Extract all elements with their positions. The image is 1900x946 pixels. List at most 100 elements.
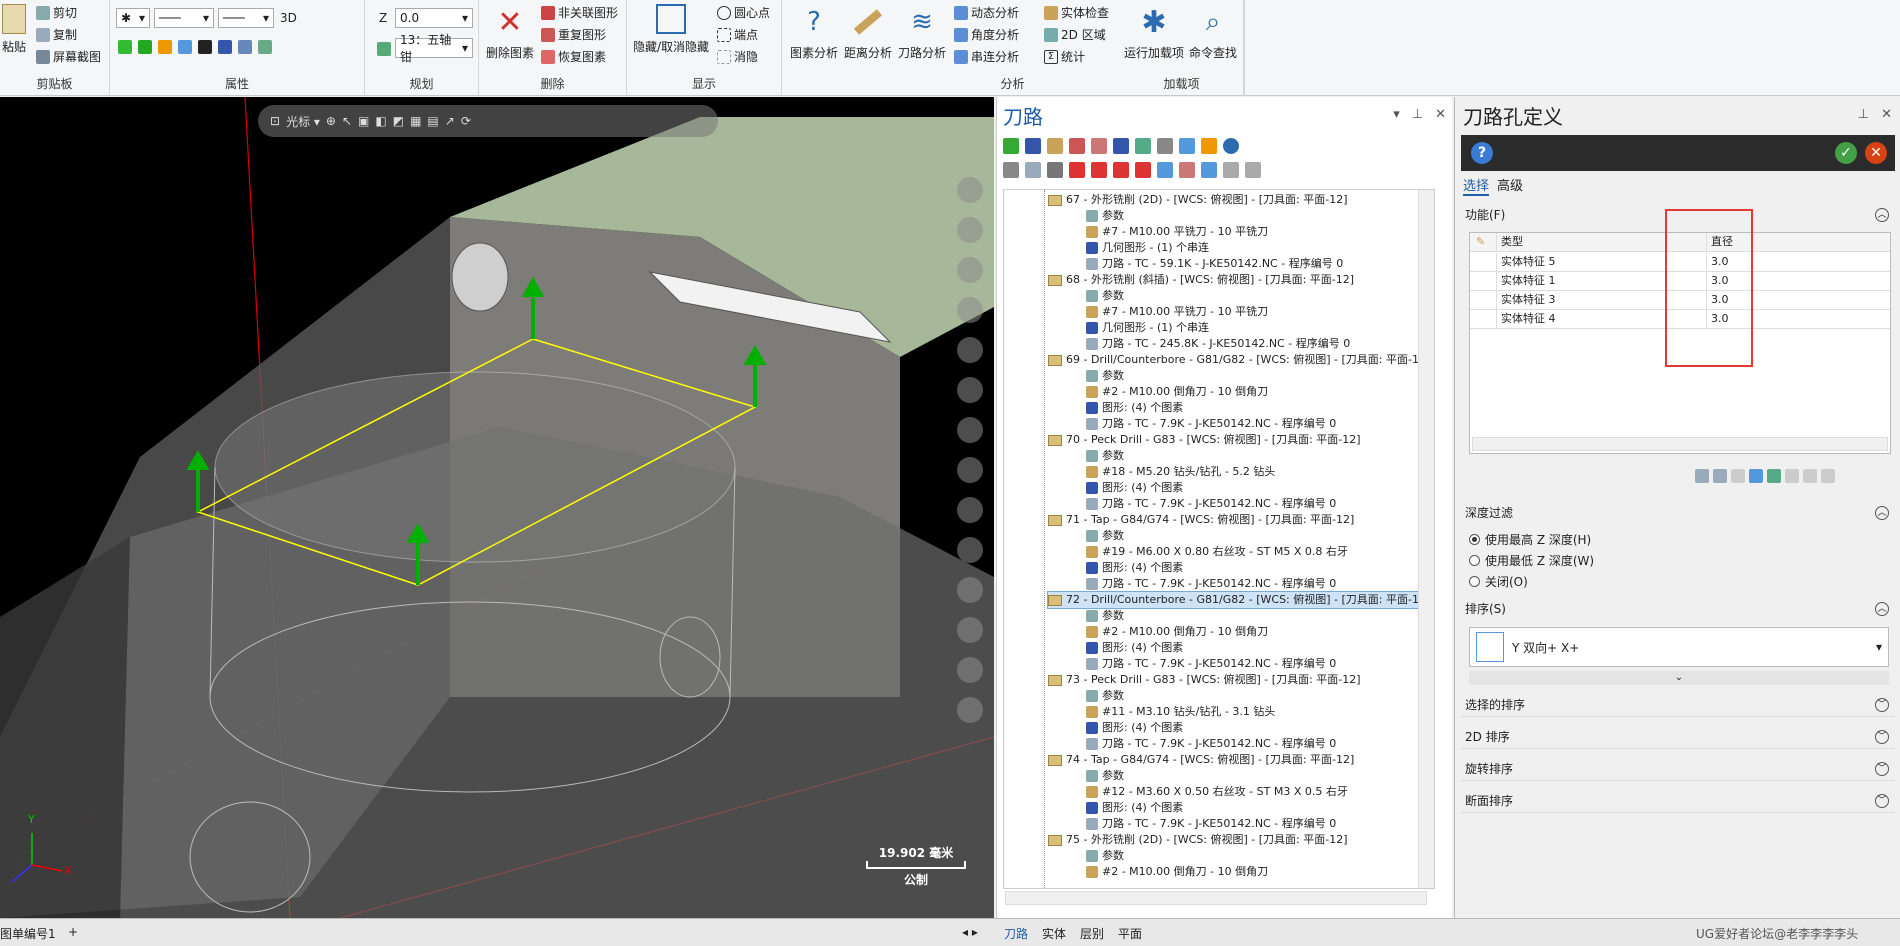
edit-icon[interactable] <box>1785 469 1799 483</box>
operation-item[interactable]: 68 - 外形铣削 (斜插) - [WCS: 俯视图] - [刀具面: 平面-1… <box>1048 272 1354 288</box>
cross-icon[interactable] <box>957 217 983 243</box>
line-style-select[interactable]: ─── ▾ <box>154 8 214 28</box>
level-select[interactable]: 13：五轴钳 ▾ <box>395 33 473 64</box>
paste-button[interactable]: 粘贴 <box>0 4 28 55</box>
operation-subitem[interactable]: 参数 <box>1086 448 1124 464</box>
depth-low-radio[interactable]: 使用最低 Z 深度(W) <box>1469 552 1594 569</box>
operation-subitem[interactable]: #7 - M10.00 平铣刀 - 10 平铣刀 <box>1086 304 1268 320</box>
rotate-icon[interactable]: ⟳ <box>461 114 471 128</box>
close-icon[interactable]: ✕ <box>1881 107 1892 122</box>
stack-icon[interactable] <box>957 617 983 643</box>
operation-subitem[interactable]: #7 - M10.00 平铣刀 - 10 平铣刀 <box>1086 224 1268 240</box>
operation-subitem[interactable]: #2 - M10.00 倒角刀 - 10 倒角刀 <box>1086 384 1268 400</box>
down-icon[interactable] <box>1821 469 1835 483</box>
tab-toolpath[interactable]: 刀路 <box>1004 925 1028 942</box>
pan-icon[interactable] <box>957 177 983 203</box>
g1-icon[interactable] <box>1179 138 1195 154</box>
operation-subitem[interactable]: 几何图形 - (1) 个串连 <box>1086 240 1209 256</box>
operation-subitem[interactable]: 刀路 - TC - 7.9K - J-KE50142.NC - 程序编号 0 <box>1086 656 1336 672</box>
cut-button[interactable]: 剪切 <box>36 4 77 21</box>
operation-subitem[interactable]: 刀路 - TC - 7.9K - J-KE50142.NC - 程序编号 0 <box>1086 416 1336 432</box>
sort-2d-header[interactable]: 2D 排序 ﹀ <box>1461 725 1895 749</box>
hourglass-icon[interactable] <box>1223 162 1239 178</box>
delete-entities-button[interactable]: ✕ 删除图素 <box>483 4 537 61</box>
simulate-icon[interactable] <box>1135 138 1151 154</box>
insert-icon[interactable] <box>1113 162 1129 178</box>
operation-subitem[interactable]: 参数 <box>1086 848 1124 864</box>
attribute-icon[interactable] <box>218 40 232 54</box>
dynamic-analysis-button[interactable]: 动态分析 <box>954 4 1019 21</box>
area-2d-button[interactable]: 2D 区域 <box>1044 26 1106 43</box>
operation-subitem[interactable]: 图形: (4) 个图素 <box>1086 480 1183 496</box>
sheet-tab[interactable]: 图单编号1 <box>0 925 56 942</box>
grid-icon[interactable] <box>238 40 252 54</box>
copy-button[interactable]: 复制 <box>36 26 77 43</box>
add-sheet-button[interactable]: + <box>68 925 78 939</box>
point-color-icon[interactable] <box>118 40 132 54</box>
material-icon[interactable] <box>198 40 212 54</box>
endpoint-button[interactable]: 端点 <box>717 26 758 43</box>
vertical-scrollbar[interactable] <box>1418 190 1434 888</box>
up-arrow-icon[interactable] <box>1091 162 1107 178</box>
horizontal-scrollbar[interactable] <box>1005 891 1427 905</box>
close-icon[interactable]: ✕ <box>1435 107 1446 122</box>
angle-analysis-button[interactable]: 角度分析 <box>954 26 1019 43</box>
select-all-icon[interactable] <box>1003 138 1019 154</box>
operation-subitem[interactable]: 刀路 - TC - 7.9K - J-KE50142.NC - 程序编号 0 <box>1086 576 1336 592</box>
verify-icon[interactable] <box>1113 138 1129 154</box>
operation-subitem[interactable]: 图形: (4) 个图素 <box>1086 560 1183 576</box>
window-icon[interactable]: ▤ <box>427 114 438 128</box>
operation-subitem[interactable]: 参数 <box>1086 288 1124 304</box>
reselect-icon[interactable] <box>1713 469 1727 483</box>
operation-item[interactable]: 74 - Tap - G84/G74 - [WCS: 俯视图] - [刀具面: … <box>1048 752 1354 768</box>
ok-button[interactable]: ✓ <box>1835 142 1857 164</box>
operation-item[interactable]: 73 - Peck Drill - G83 - [WCS: 俯视图] - [刀具… <box>1048 672 1361 688</box>
copy-icon[interactable] <box>1179 162 1195 178</box>
operation-subitem[interactable]: #11 - M3.10 钻头/钻孔 - 3.1 钻头 <box>1086 704 1275 720</box>
filter-icon[interactable]: ▦ <box>410 114 421 128</box>
operation-subitem[interactable]: #2 - M10.00 倒角刀 - 10 倒角刀 <box>1086 864 1268 880</box>
operation-subitem[interactable]: 刀路 - TC - 245.8K - J-KE50142.NC - 程序编号 0 <box>1086 336 1350 352</box>
unassoc-button[interactable]: 非关联图形 <box>541 4 618 21</box>
fill-color-icon[interactable] <box>158 40 172 54</box>
regenerate-icon[interactable] <box>1047 138 1063 154</box>
post-icon[interactable] <box>1157 138 1173 154</box>
cube-icon[interactable] <box>957 537 983 563</box>
sort-section-header[interactable]: 排序(S) ︿ <box>1461 597 1895 621</box>
cross-section-sort-header[interactable]: 断面排序 ﹀ <box>1461 789 1895 813</box>
undo-icon[interactable] <box>1767 469 1781 483</box>
circle-icon[interactable] <box>957 257 983 283</box>
z-depth-input[interactable]: 0.0 ▾ <box>395 8 473 28</box>
image-icon[interactable] <box>957 377 983 403</box>
help-icon[interactable] <box>1223 138 1239 154</box>
select-icon[interactable]: ▣ <box>358 114 369 128</box>
mask-icon[interactable]: ◩ <box>393 114 404 128</box>
graphics-viewport[interactable]: Y X ⊡ 光标 ▾ ⊕ ↖ ▣ ◧ ◩ ▦ ▤ ↗ ⟳ 19.902 毫米 公… <box>0 97 994 918</box>
solid-icon[interactable]: ◧ <box>375 114 386 128</box>
pin-icon[interactable]: ⊥ <box>1412 107 1423 122</box>
operation-subitem[interactable]: 参数 <box>1086 688 1124 704</box>
screenshot-button[interactable]: 屏幕截图 <box>36 48 101 65</box>
edit-pencil-icon[interactable]: ✎ <box>1476 233 1485 251</box>
operation-subitem[interactable]: 参数 <box>1086 368 1124 384</box>
sort-icon[interactable] <box>1731 469 1745 483</box>
collapse-icon[interactable]: ︿ <box>1875 208 1889 222</box>
center-point-button[interactable]: 圆心点 <box>717 4 770 21</box>
table-hscroll[interactable] <box>1472 437 1888 451</box>
operation-subitem[interactable]: 刀路 - TC - 7.9K - J-KE50142.NC - 程序编号 0 <box>1086 736 1336 752</box>
tab-select[interactable]: 选择 <box>1463 175 1490 196</box>
sort-select[interactable]: Y 双向+ X+ ▾ <box>1469 627 1889 667</box>
hide-show-button[interactable]: 隐藏/取消隐藏 <box>633 4 709 55</box>
operation-item[interactable]: 69 - Drill/Counterbore - G81/G82 - [WCS:… <box>1048 352 1430 368</box>
move-icon[interactable] <box>1135 162 1151 178</box>
collapse-icon[interactable]: ︿ <box>1875 602 1889 616</box>
operation-item[interactable]: 70 - Peck Drill - G83 - [WCS: 俯视图] - [刀具… <box>1048 432 1361 448</box>
operation-subitem[interactable]: #18 - M5.20 钻头/钻孔 - 5.2 钻头 <box>1086 464 1275 480</box>
settings-icon[interactable] <box>957 577 983 603</box>
arrow-icon[interactable]: ↖ <box>342 114 352 128</box>
tab-level[interactable]: 层别 <box>1080 925 1104 942</box>
toolpath-analysis-button[interactable]: ≋ 刀路分析 <box>896 4 948 61</box>
selected-sort-header[interactable]: 选择的排序 ﹀ <box>1461 693 1895 717</box>
operation-subitem[interactable]: 刀路 - TC - 59.1K - J-KE50142.NC - 程序编号 0 <box>1086 256 1343 272</box>
tab-solid[interactable]: 实体 <box>1042 925 1066 942</box>
